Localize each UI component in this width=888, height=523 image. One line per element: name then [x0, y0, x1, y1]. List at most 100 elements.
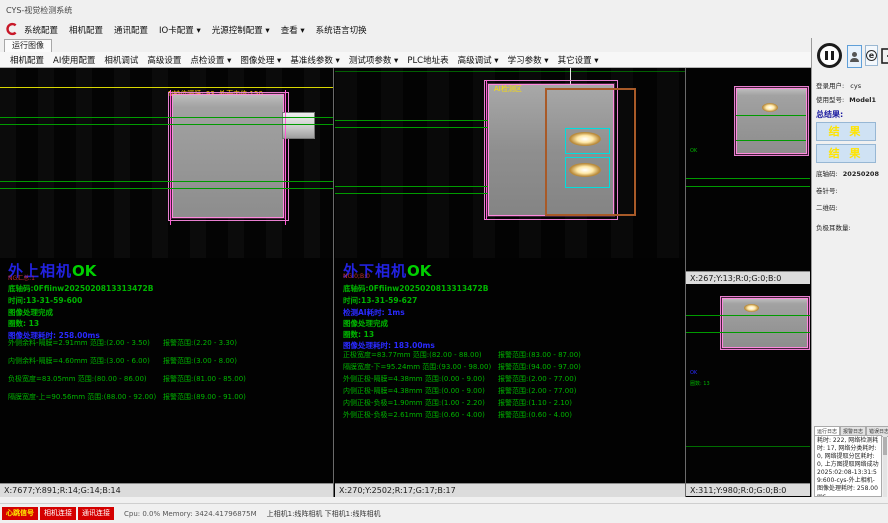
left-camera-image[interactable]: N轴位隔膜: 93. 外壳内值:150	[0, 68, 333, 258]
menu-item-io-card-config[interactable]: IO卡配置 ▾	[159, 24, 201, 36]
green-measure-line	[686, 446, 810, 447]
small-bottom-image[interactable]: OK 圈数: 13	[686, 284, 810, 483]
left-barcode-line: 底轴码:0Ffiinw2025020813313472B	[8, 283, 153, 294]
small-top-pixel-caption: X:267;Y:13;R:0;G:0;B:0	[686, 271, 810, 284]
measurement-row: 隔膜宽度-上=90.56mm 范围:(88.00 - 92.00) 报警范围:(…	[8, 392, 328, 402]
small-top-camera-view[interactable]: OK X:267;Y:13;R:0;G:0;B:0	[686, 68, 810, 284]
green-measure-line	[736, 115, 806, 116]
toolbar-advanced-settings[interactable]: 高级设置	[147, 54, 181, 66]
middle-pixel-caption: X:270;Y:2502;R:17;G:17;B:17	[335, 483, 685, 497]
green-measure-line	[0, 188, 333, 189]
small-bottom-mini-text: OK	[690, 370, 697, 376]
measurement-text: 正极宽度=83.77mm 范围:(82.00 - 88.00)	[343, 351, 482, 359]
menu-item-camera-config[interactable]: 相机配置	[69, 24, 103, 36]
alarm-range: 报警范围:(81.00 - 85.00)	[163, 374, 246, 384]
comm-link-status-badge: 通讯连接	[78, 507, 114, 520]
middle-camera-ok-status: OK	[407, 262, 431, 280]
tab-count-label: 负极耳数量:	[816, 222, 851, 232]
measurement-row: 负极宽度=83.05mm 范围:(80.00 - 86.00) 报警范围:(81…	[8, 374, 328, 384]
bright-tab-spot	[762, 103, 778, 112]
toolbar-camera-debug[interactable]: 相机调试	[104, 54, 138, 66]
barcode-label-text: 底轴码:	[816, 170, 838, 178]
letter-e-button[interactable]: e	[865, 45, 878, 66]
log-text-area[interactable]: 耗时: 222, 网络检测耗时: 17, 网络分类耗时: 0, 网络提取分区耗时…	[814, 435, 882, 497]
alarm-range: 报警范围:(2.00 - 77.00)	[498, 386, 576, 396]
menu-item-light-control-config[interactable]: 光源控制配置 ▾	[212, 24, 270, 36]
measurement-text: 内侧正极-隔膜=4.38mm 范围:(0.00 - 9.00)	[343, 387, 485, 395]
green-measure-line	[686, 186, 810, 187]
bright-tab-spot	[569, 163, 601, 177]
measurement-text: 外侧余料-隔膜=2.91mm 范围:(2.00 - 3.50)	[8, 339, 150, 347]
toolbar-advanced-debug[interactable]: 高级调试 ▾	[458, 54, 499, 66]
exit-button[interactable]	[881, 45, 888, 66]
pause-button[interactable]	[817, 43, 842, 68]
menu-item-system-config[interactable]: 系统配置	[24, 24, 58, 36]
middle-camera-image[interactable]: AI检测区	[335, 68, 685, 258]
heartbeat-status-badge: 心跳信号	[2, 507, 38, 520]
menu-item-comm-config[interactable]: 通讯配置	[114, 24, 148, 36]
measurement-text: 隔膜宽度-上=90.56mm 范围:(88.00 - 92.00)	[8, 393, 156, 401]
user-login-button[interactable]	[847, 45, 862, 68]
toolbar-test-item-params[interactable]: 测试项参数 ▾	[349, 54, 398, 66]
log-scrollbar[interactable]	[883, 435, 887, 497]
log-scrollbar-thumb[interactable]	[883, 437, 887, 455]
toolbar-spot-check-settings[interactable]: 点检设置 ▾	[190, 54, 231, 66]
alarm-range: 报警范围:(94.00 - 97.00)	[498, 362, 581, 372]
toolbar-learning-params[interactable]: 学习参数 ▾	[508, 54, 549, 66]
barcode-value: 20250208	[843, 170, 879, 178]
left-camera-view[interactable]: N轴位隔膜: 93. 外壳内值:150 外上相机OK NG汇总:1 底轴码:0F…	[0, 68, 334, 497]
menu-item-language-switch[interactable]: 系统语言切换	[316, 24, 367, 36]
small-top-image[interactable]: OK	[686, 68, 810, 271]
green-measure-line	[686, 178, 810, 179]
app-logo-icon	[5, 22, 18, 39]
right-panel: e 登录用户: cys 使用型号: Model1 总结果: 结 果 结 果 底轴…	[811, 38, 888, 497]
small-bottom-mini-text: 圈数: 13	[690, 380, 710, 387]
left-time-line: 时间:13-31-59-600	[8, 295, 82, 306]
measurement-text: 负极宽度=83.05mm 范围:(80.00 - 86.00)	[8, 375, 147, 383]
measurement-row: 内侧正极-负极=1.90mm 范围:(1.00 - 2.20) 报警范围:(1.…	[343, 398, 679, 408]
middle-ng-note: NG:0;B:0	[343, 273, 370, 280]
toolbar-other-settings[interactable]: 其它设置 ▾	[558, 54, 599, 66]
alarm-range: 报警范围:(83.00 - 87.00)	[498, 350, 581, 360]
left-turns-line: 圈数: 13	[8, 318, 39, 329]
green-measure-line	[335, 193, 488, 194]
measurement-text: 内侧余料-隔膜=4.60mm 范围:(3.00 - 6.00)	[8, 357, 150, 365]
green-measure-line	[335, 186, 488, 187]
magenta-edge-line	[285, 90, 286, 225]
result-box-bottom: 结 果	[816, 144, 876, 163]
toolbar-ai-usage-config[interactable]: AI使用配置	[53, 54, 95, 66]
alarm-range: 报警范围:(2.20 - 3.30)	[163, 338, 237, 348]
green-measure-line	[736, 140, 806, 141]
toolbar-baseline-params[interactable]: 基准线参数 ▾	[290, 54, 339, 66]
toolbar-plc-address-table[interactable]: PLC地址表	[407, 54, 448, 66]
separator-edge-block	[736, 88, 807, 154]
main-image-area: N轴位隔膜: 93. 外壳内值:150 外上相机OK NG汇总:1 底轴码:0F…	[0, 68, 811, 497]
model-label: 使用型号: Model1	[816, 94, 876, 104]
measurement-row: 隔膜宽度-下=95.24mm 范围:(93.00 - 98.00) 报警范围:(…	[343, 362, 679, 372]
measurement-row: 外侧余料-隔膜=2.91mm 范围:(2.00 - 3.50) 报警范围:(2.…	[8, 338, 328, 348]
magenta-edge-line	[486, 80, 487, 220]
measurement-row: 外侧正极-隔膜=4.38mm 范围:(0.00 - 9.00) 报警范围:(2.…	[343, 374, 679, 384]
small-bottom-camera-view[interactable]: OK 圈数: 13 X:311;Y:980;R:0;G:0;B:0	[686, 284, 810, 497]
letter-e-icon: e	[866, 50, 877, 61]
left-ng-note: NG汇总:1	[8, 273, 35, 282]
menu-item-view[interactable]: 查看 ▾	[281, 24, 305, 36]
toolbar-camera-config[interactable]: 相机配置	[10, 54, 44, 66]
green-measure-line	[335, 71, 685, 72]
green-measure-line	[335, 120, 488, 121]
user-icon	[850, 58, 859, 62]
left-done-line: 图像处理完成	[8, 307, 53, 318]
separator-edge-block	[172, 94, 284, 218]
measurement-row: 正极宽度=83.77mm 范围:(82.00 - 88.00) 报警范围:(83…	[343, 350, 679, 360]
middle-camera-view[interactable]: AI检测区 外下相机OK NG:0;B:0 底轴码:0Ffiinw2025020…	[335, 68, 686, 497]
green-measure-line	[0, 181, 333, 182]
total-result-label: 总结果:	[816, 109, 843, 120]
alarm-range: 报警范围:(1.10 - 2.10)	[498, 398, 572, 408]
measurement-text: 隔膜宽度-下=95.24mm 范围:(93.00 - 98.00)	[343, 363, 491, 371]
toolbar-image-processing[interactable]: 图像处理 ▾	[240, 54, 281, 66]
measurement-text: 外侧正极-负极=2.61mm 范围:(0.60 - 4.00)	[343, 411, 485, 419]
login-user-label: 登录用户: cys	[816, 80, 861, 90]
tab-run-image[interactable]: 运行图像	[4, 39, 52, 52]
ai-zone-label: AI检测区	[494, 84, 522, 94]
green-measure-line	[686, 332, 810, 333]
